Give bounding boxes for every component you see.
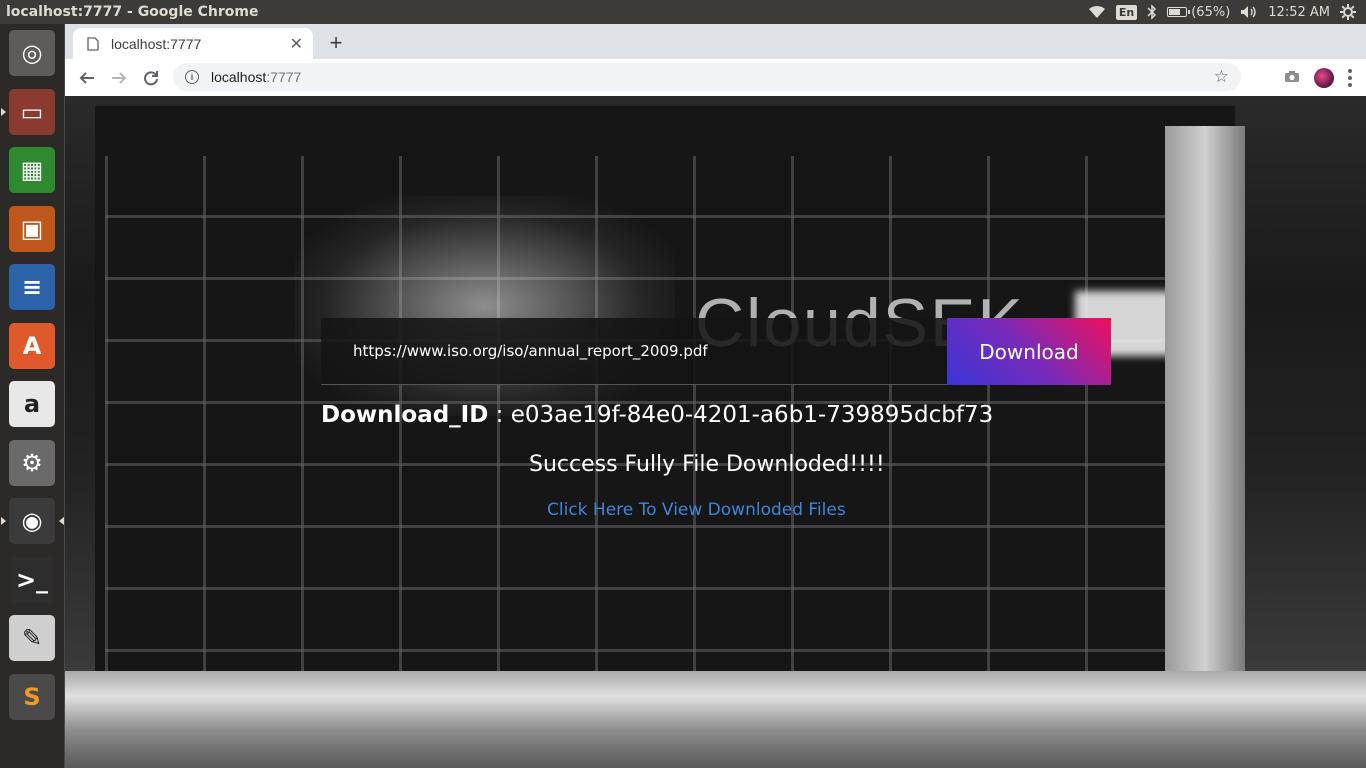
launcher-item-software-center[interactable]: A	[7, 321, 57, 371]
web-page: CloudSEK Download Download_ID : e03ae19f…	[65, 96, 1366, 768]
launcher-item-text-editor[interactable]: ✎	[7, 613, 57, 663]
forward-arrow-icon	[112, 71, 127, 84]
document-icon: ≡	[9, 264, 55, 310]
text-editor-icon: ✎	[9, 615, 55, 661]
view-downloaded-files-link[interactable]: Click Here To View Downloded Files	[547, 500, 846, 520]
file-cabinet-icon: ▭	[9, 88, 55, 135]
battery-indicator[interactable]: (65%)	[1167, 0, 1230, 24]
camera-icon[interactable]	[1284, 68, 1300, 87]
background-ledge	[65, 671, 1366, 768]
download-id-separator: :	[488, 402, 511, 428]
url-port: :7777	[266, 69, 302, 85]
battery-icon	[1167, 7, 1191, 17]
volume-icon[interactable]	[1240, 0, 1258, 24]
tab-close-icon[interactable]: ✕	[290, 34, 303, 54]
address-bar[interactable]: i localhost:7777 ☆	[173, 63, 1241, 91]
success-message: Success Fully File Downloded!!!!	[529, 452, 885, 477]
keyboard-layout-label: En	[1115, 4, 1138, 20]
tab-title: localhost:7777	[111, 35, 202, 52]
battery-percent: (65%)	[1191, 4, 1231, 20]
unity-launcher: ◎ ▭ ▦ ▣ ≡ Aa ⚙ ◉ >_ ✎ S	[0, 24, 65, 768]
download-form: Download	[321, 318, 1111, 385]
url-host: localhost	[211, 69, 267, 85]
back-arrow-icon	[79, 71, 94, 84]
new-tab-button[interactable]: +	[323, 30, 349, 56]
download-id-line: Download_ID : e03ae19f-84e0-4201-a6b1-73…	[321, 402, 993, 428]
tab-strip: localhost:7777 ✕ +	[65, 24, 1366, 59]
settings-wrench-icon: ⚙	[9, 439, 55, 486]
launcher-item-sublime-text[interactable]: S	[7, 672, 57, 722]
launcher-item-system-settings[interactable]: ⚙	[7, 438, 57, 488]
launcher-item-files[interactable]: ▭	[7, 87, 57, 137]
launcher-item-libreoffice-writer[interactable]: ≡	[7, 262, 57, 312]
download-id-value: e03ae19f-84e0-4201-a6b1-739895dcbf73	[510, 402, 994, 428]
sublime-icon: S	[9, 673, 55, 720]
presentation-icon: ▣	[9, 205, 55, 252]
launcher-item-libreoffice-calc[interactable]: ▦	[7, 145, 57, 195]
keyboard-layout-indicator[interactable]: En	[1115, 0, 1138, 24]
launcher-item-google-chrome[interactable]: ◉	[7, 496, 57, 546]
running-indicator	[1, 107, 6, 116]
launcher-item-terminal[interactable]: >_	[7, 555, 57, 605]
terminal-icon: >_	[9, 556, 55, 603]
chrome-icon: ◉	[9, 498, 55, 544]
launcher-item-amazon[interactable]: a	[7, 379, 57, 429]
shopping-bag-icon: A	[9, 322, 55, 369]
browser-toolbar: i localhost:7777 ☆	[65, 59, 1366, 96]
reload-button[interactable]	[135, 62, 167, 94]
top-panel: localhost:7777 - Google Chrome En (65%) …	[0, 0, 1366, 24]
profile-avatar[interactable]	[1314, 67, 1334, 88]
launcher-item-libreoffice-impress[interactable]: ▣	[7, 204, 57, 254]
focused-indicator	[59, 517, 64, 525]
chrome-menu-icon[interactable]	[1348, 68, 1352, 87]
download-id-label: Download_ID	[321, 402, 489, 428]
forward-button[interactable]	[103, 62, 135, 94]
site-info-icon[interactable]: i	[185, 70, 199, 84]
window-title: localhost:7777 - Google Chrome	[6, 4, 259, 20]
background-pillar	[1165, 126, 1245, 686]
ubuntu-logo-icon: ◎	[9, 30, 55, 76]
amazon-icon: a	[9, 381, 55, 427]
clock[interactable]: 12:52 AM	[1268, 5, 1330, 20]
wifi-icon[interactable]	[1088, 0, 1106, 24]
spreadsheet-icon: ▦	[9, 147, 55, 193]
reload-icon	[144, 70, 158, 85]
back-button[interactable]	[71, 62, 103, 94]
launcher-item-ubuntu-dash[interactable]: ◎	[7, 28, 57, 78]
bookmark-star-icon[interactable]: ☆	[1214, 67, 1229, 87]
browser-chrome: localhost:7777 ✕ + i localhost:7777 ☆	[65, 24, 1366, 96]
bluetooth-icon[interactable]	[1147, 0, 1157, 24]
system-tray: En (65%) 12:52 AM	[1088, 0, 1366, 24]
session-gear-icon[interactable]	[1340, 0, 1356, 24]
running-indicator	[1, 517, 6, 525]
browser-tab[interactable]: localhost:7777 ✕	[73, 28, 313, 59]
page-favicon-icon	[87, 36, 99, 51]
url-input[interactable]	[321, 318, 947, 385]
download-button[interactable]: Download	[947, 318, 1111, 385]
toolbar-right	[1284, 59, 1366, 96]
battery-level-fill	[1169, 9, 1180, 15]
